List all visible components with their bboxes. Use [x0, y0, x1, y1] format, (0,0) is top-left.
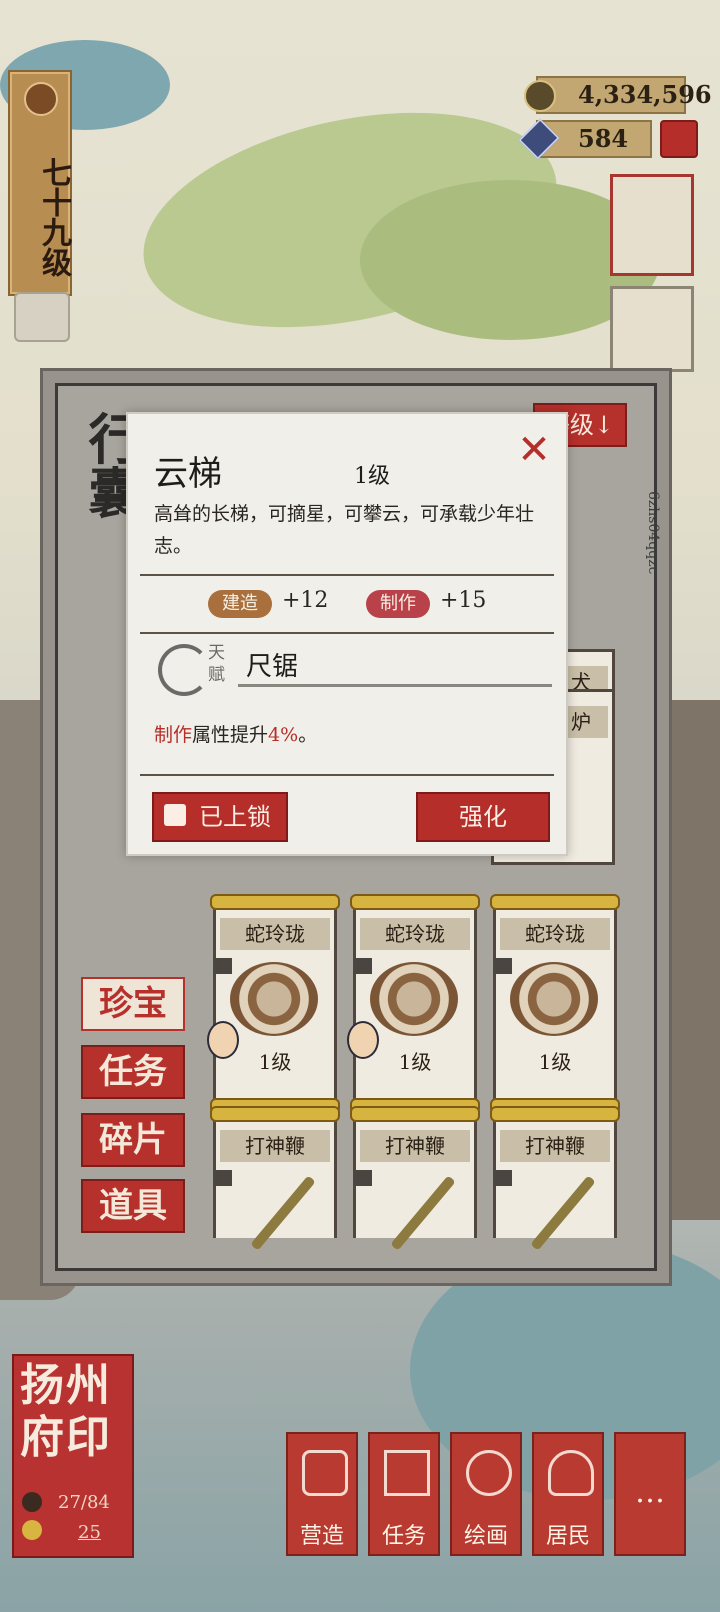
player-level-badge[interactable]: 七十九级: [8, 70, 72, 296]
nav-label: 任务: [381, 1524, 426, 1549]
divider: [140, 632, 554, 634]
item-card-name: 蛇玲珑: [220, 918, 330, 950]
brush-paint-icon: [466, 1450, 512, 1496]
lock-icon: [494, 958, 512, 974]
item-description: 高耸的长梯，可摘星，可攀云，可承载少年壮志。: [154, 503, 535, 557]
player-id-text: 6zhs04qqzc: [645, 491, 661, 575]
item-card[interactable]: 蛇玲珑 1级: [350, 894, 480, 1114]
scroll-rod: [350, 1106, 480, 1122]
scroll-rod: [350, 894, 480, 910]
item-name: 云梯: [154, 454, 222, 494]
talent-name: 尺锯: [246, 652, 299, 682]
divider: [140, 574, 554, 576]
item-detail-dialog: 云梯 1级 ✕ 高耸的长梯，可摘星，可攀云，可承载少年壮志。 建造 +12 制作…: [126, 412, 568, 856]
gem-value: 584: [578, 124, 629, 153]
scroll-rod: [210, 1106, 340, 1122]
player-level-text: 七十九级: [36, 157, 71, 277]
seal-coin-icon: [22, 1520, 42, 1540]
gem-counter: 584: [518, 118, 652, 160]
tab-treasure[interactable]: 珍宝: [81, 977, 185, 1031]
enhance-button[interactable]: 强化: [416, 792, 550, 842]
effect-end: 。: [298, 724, 318, 746]
nav-label: 绘画: [463, 1524, 508, 1549]
side-event-card-2[interactable]: [610, 286, 694, 372]
tab-fragments[interactable]: 碎片: [81, 1113, 185, 1167]
copper-counter: 4,334,596: [524, 76, 712, 114]
lock-icon: [354, 958, 372, 974]
snake-treasure-image: [370, 962, 458, 1036]
resident-avatar: [347, 1021, 379, 1059]
scroll-rod: [210, 894, 340, 910]
item-card-name: 打神鞭: [500, 1130, 610, 1162]
build-stat-value: +12: [282, 588, 329, 613]
talent-effect: 制作属性提升4%。: [154, 720, 317, 747]
item-card[interactable]: 蛇玲珑 1级: [210, 894, 340, 1114]
divider: [140, 774, 554, 776]
brush-icon: [24, 82, 58, 116]
effect-stat: 制作: [154, 724, 193, 746]
item-level: 1级: [354, 464, 390, 489]
snake-treasure-image: [230, 962, 318, 1036]
lock-button[interactable]: 已上锁: [152, 792, 288, 842]
nav-build[interactable]: 营造: [286, 1432, 358, 1556]
nav-tasks[interactable]: 任务: [368, 1432, 440, 1556]
copper-value: 4,334,596: [578, 80, 712, 109]
nav-more[interactable]: …: [614, 1432, 686, 1556]
nav-label: 居民: [545, 1524, 590, 1549]
lock-icon: [214, 958, 232, 974]
item-card-name: 蛇玲珑: [500, 918, 610, 950]
scroll-rod: [490, 1106, 620, 1122]
lock-icon: [494, 1170, 512, 1186]
lock-badge-icon: [164, 804, 186, 826]
side-event-card-1[interactable]: [610, 174, 694, 276]
seal-title: 扬州府印: [20, 1360, 112, 1463]
snake-treasure-image: [510, 962, 598, 1036]
talent-underline: [238, 684, 552, 687]
item-card-level: 1级: [538, 1050, 572, 1074]
seal-count: 25: [78, 1522, 101, 1543]
effect-text: 属性提升: [192, 724, 269, 746]
effect-percent: 4%: [268, 724, 299, 746]
coin-icon: [524, 80, 556, 112]
lock-button-label: 已上锁: [199, 803, 271, 831]
lock-icon: [214, 1170, 232, 1186]
build-stat-chip: 建造: [208, 590, 272, 618]
chat-icon[interactable]: [14, 292, 70, 342]
tab-items[interactable]: 道具: [81, 1179, 185, 1233]
item-card-name: 打神鞭: [360, 1130, 470, 1162]
craft-stat-value: +15: [440, 588, 487, 613]
city-seal-panel[interactable]: 扬州府印 27/84 25: [12, 1354, 134, 1558]
nav-label: 营造: [299, 1524, 344, 1549]
craft-stat-chip: 制作: [366, 590, 430, 618]
item-card-name: 打神鞭: [220, 1130, 330, 1162]
shop-icon[interactable]: [660, 120, 698, 158]
nav-painting[interactable]: 绘画: [450, 1432, 522, 1556]
talent-label: 天赋: [208, 643, 225, 685]
item-card[interactable]: 打神鞭: [350, 1106, 480, 1251]
scroll-icon: [384, 1450, 430, 1496]
seal-progress: 27/84: [58, 1492, 110, 1513]
item-card[interactable]: 打神鞭: [210, 1106, 340, 1251]
cloud-talent-icon: [158, 644, 210, 696]
lock-icon: [354, 1170, 372, 1186]
close-icon[interactable]: ✕: [514, 430, 554, 470]
seal-avatar-icon: [22, 1492, 42, 1512]
item-card[interactable]: 打神鞭: [490, 1106, 620, 1251]
build-icon: [302, 1450, 348, 1496]
item-card[interactable]: 蛇玲珑 1级: [490, 894, 620, 1114]
tab-tasks[interactable]: 任务: [81, 1045, 185, 1099]
scroll-rod: [490, 894, 620, 910]
nav-more-label: …: [635, 1475, 665, 1510]
resident-icon: [548, 1450, 594, 1496]
resident-avatar: [207, 1021, 239, 1059]
item-card-name: 蛇玲珑: [360, 918, 470, 950]
nav-residents[interactable]: 居民: [532, 1432, 604, 1556]
